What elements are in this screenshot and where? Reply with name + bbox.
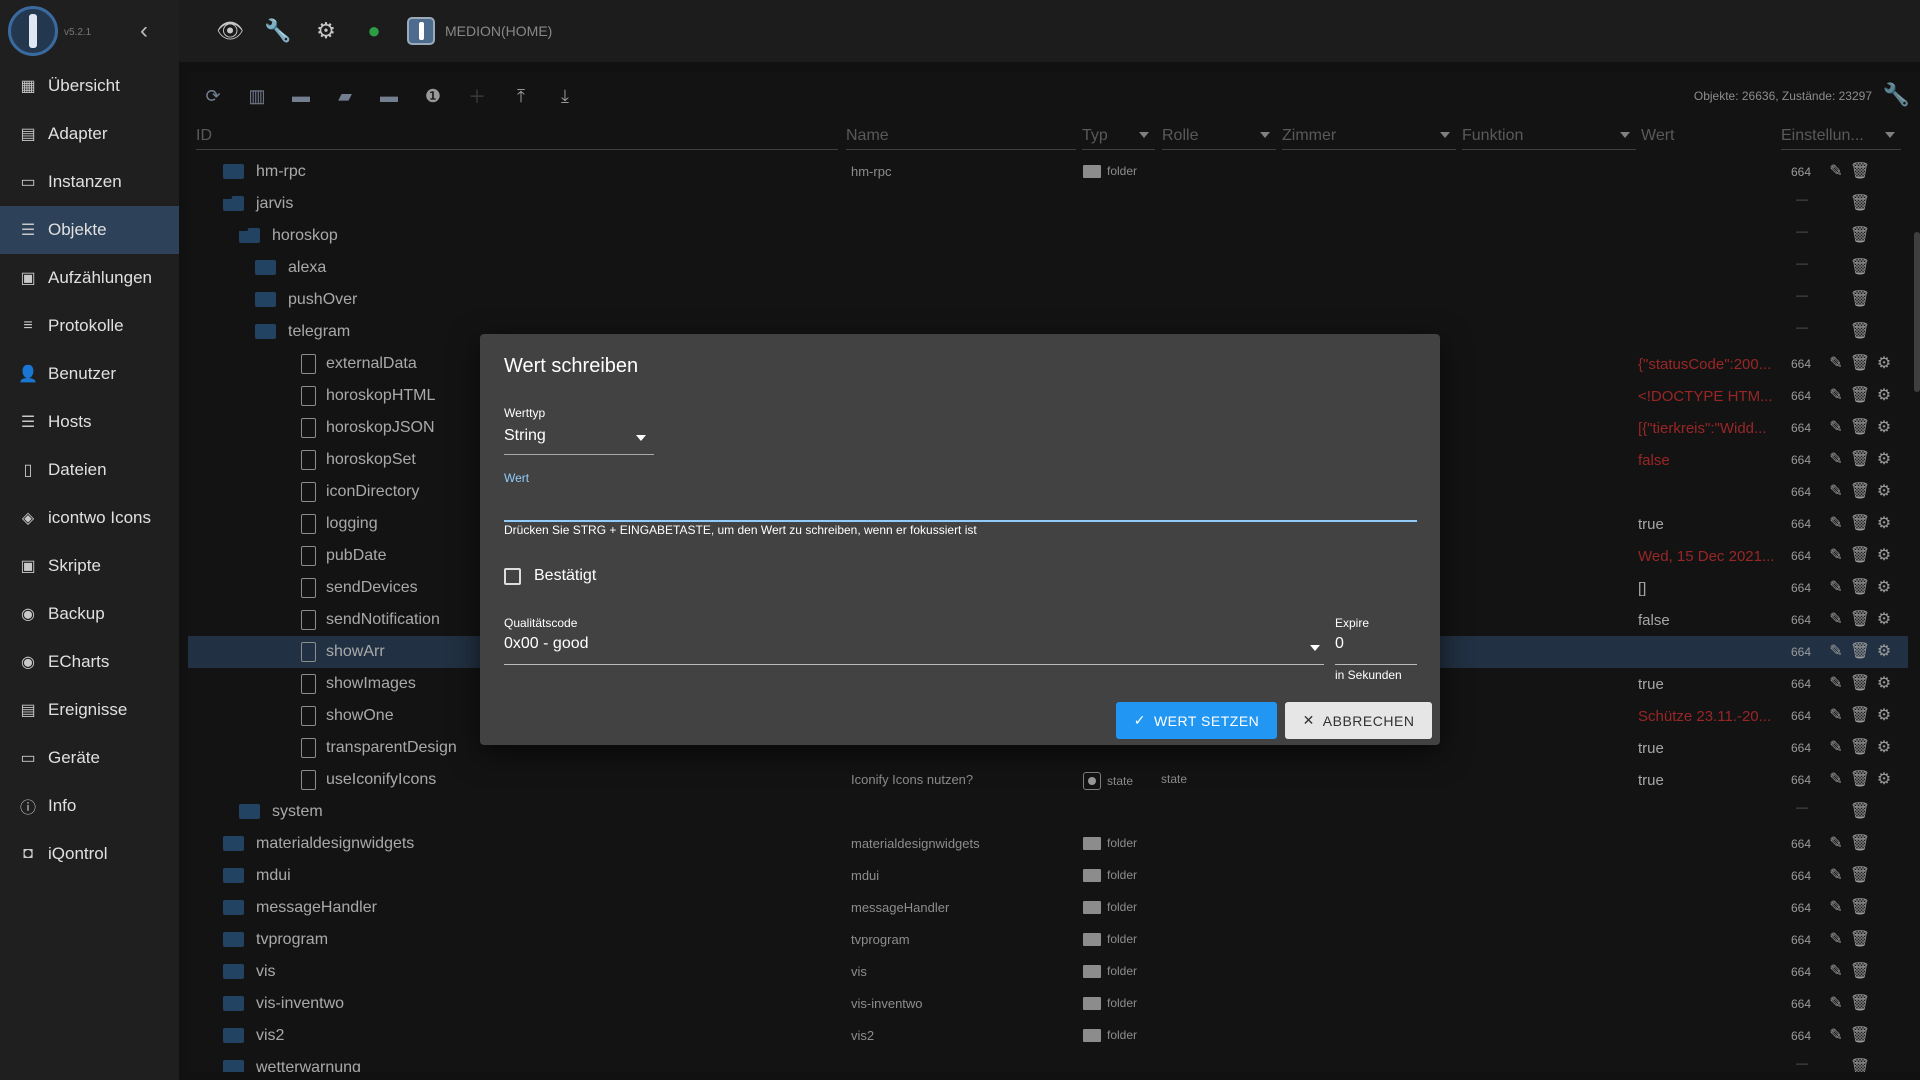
werttyp-label: Werttyp bbox=[504, 406, 546, 420]
sidebar-item-label: iQontrol bbox=[48, 844, 108, 863]
chevron-down-icon bbox=[636, 435, 646, 441]
host-logo-icon bbox=[407, 17, 435, 45]
sidebar-item-label: Backup bbox=[48, 604, 105, 623]
wrench-icon[interactable]: 🔧 bbox=[263, 16, 293, 46]
echarts-icon: ◉ bbox=[21, 654, 35, 671]
sidebar: v5.2.1 ‹ ▦ Übersicht ▤ Adapter ▭ Instanzen ☰ Ob… bbox=[0, 0, 179, 1080]
devices-icon: ▭ bbox=[20, 750, 36, 767]
check-icon: ✓ bbox=[1133, 712, 1146, 728]
sidebar-item-label: Hosts bbox=[48, 412, 92, 431]
sidebar-item-label: Instanzen bbox=[48, 172, 122, 191]
sidebar-item-label: Adapter bbox=[48, 124, 108, 143]
close-icon: ✕ bbox=[1302, 712, 1315, 728]
wert-label: Wert bbox=[504, 471, 530, 485]
top-toolbar: 👁 🔧 ⚙ ● MEDION(HOME) bbox=[179, 0, 1920, 62]
sidebar-item-label: Benutzer bbox=[48, 364, 117, 383]
sidebar-item-label: Ereignisse bbox=[48, 700, 128, 719]
expire-unit: in Sekunden bbox=[1335, 668, 1402, 682]
write-value-dialog: Wert schreiben Werttyp String Wert Drück… bbox=[480, 334, 1440, 745]
instances-icon: ▭ bbox=[20, 174, 36, 191]
grid-icon: ▦ bbox=[20, 78, 36, 95]
sidebar-item-label: Protokolle bbox=[48, 316, 124, 335]
ack-label[interactable]: Bestätigt bbox=[534, 567, 596, 585]
werttyp-value: String bbox=[504, 427, 546, 444]
store-icon: ▤ bbox=[20, 126, 36, 143]
collapse-sidebar-icon[interactable]: ‹ bbox=[140, 17, 148, 45]
backup-icon: ◉ bbox=[21, 606, 35, 623]
sidebar-item-protokolle[interactable]: ≡ Protokolle bbox=[0, 302, 179, 350]
user-icon: 👤 bbox=[18, 366, 38, 383]
sidebar-item-echarts[interactable]: ◉ ECharts bbox=[0, 638, 179, 686]
sidebar-item-iqontrol[interactable]: ◘ iQontrol bbox=[0, 830, 179, 878]
sidebar-item-label: Info bbox=[48, 796, 77, 815]
events-icon: ▤ bbox=[20, 702, 36, 719]
sidebar-item-instanzen[interactable]: ▭ Instanzen bbox=[0, 158, 179, 206]
hosts-icon: ☰ bbox=[20, 414, 36, 431]
iobroker-logo[interactable] bbox=[8, 6, 58, 56]
info-icon: ⓘ bbox=[19, 800, 36, 817]
icontwo-icon: ◈ bbox=[21, 510, 35, 527]
sidebar-nav: ▦ Übersicht ▤ Adapter ▭ Instanzen ☰ Objekte ▣ Auf… bbox=[0, 62, 179, 878]
sidebar-item-label: Skripte bbox=[48, 556, 101, 575]
quality-select[interactable]: 0x00 - good bbox=[504, 635, 1324, 665]
sidebar-item-benutzer[interactable]: 👤 Benutzer bbox=[0, 350, 179, 398]
expire-label: Expire bbox=[1335, 616, 1370, 630]
sidebar-item-dateien[interactable]: ▯ Dateien bbox=[0, 446, 179, 494]
ack-checkbox[interactable] bbox=[504, 568, 521, 585]
sidebar-item-geräte[interactable]: ▭ Geräte bbox=[0, 734, 179, 782]
sidebar-item-aufzählungen[interactable]: ▣ Aufzählungen bbox=[0, 254, 179, 302]
version-label: v5.2.1 bbox=[64, 27, 92, 38]
sidebar-item-icontwo-icons[interactable]: ◈ icontwo Icons bbox=[0, 494, 179, 542]
quality-label: Qualitätscode bbox=[504, 616, 578, 630]
sidebar-item-label: Aufzählungen bbox=[48, 268, 152, 287]
cancel-label: ABBRECHEN bbox=[1322, 712, 1415, 729]
script-icon: ▣ bbox=[20, 558, 36, 575]
set-value-button[interactable]: ✓ WERT SETZEN bbox=[1116, 702, 1277, 739]
werttyp-select[interactable]: String bbox=[504, 427, 654, 455]
set-value-label: WERT SETZEN bbox=[1153, 712, 1260, 729]
sidebar-item-label: ECharts bbox=[48, 652, 110, 671]
sidebar-header: v5.2.1 ‹ bbox=[0, 0, 179, 62]
files-icon: ▯ bbox=[23, 462, 33, 479]
log-icon: ≡ bbox=[23, 317, 33, 334]
sidebar-item-ereignisse[interactable]: ▤ Ereignisse bbox=[0, 686, 179, 734]
sidebar-item-übersicht[interactable]: ▦ Übersicht bbox=[0, 62, 179, 110]
sidebar-item-objekte[interactable]: ☰ Objekte bbox=[0, 206, 179, 254]
wert-input[interactable] bbox=[504, 490, 1417, 522]
host-name: MEDION(HOME) bbox=[445, 23, 553, 39]
chevron-down-icon bbox=[1310, 645, 1320, 651]
expert-mode-icon[interactable]: ● bbox=[359, 16, 389, 46]
sidebar-item-label: icontwo Icons bbox=[48, 508, 151, 527]
list-icon: ☰ bbox=[20, 222, 36, 239]
sidebar-item-label: Dateien bbox=[48, 460, 107, 479]
sidebar-item-adapter[interactable]: ▤ Adapter bbox=[0, 110, 179, 158]
quality-value: 0x00 - good bbox=[504, 635, 589, 652]
dialog-title: Wert schreiben bbox=[504, 355, 639, 377]
iqontrol-icon: ◘ bbox=[23, 845, 33, 862]
enum-icon: ▣ bbox=[20, 270, 36, 287]
sidebar-item-backup[interactable]: ◉ Backup bbox=[0, 590, 179, 638]
expire-input[interactable]: 0 bbox=[1335, 635, 1417, 665]
sidebar-item-label: Übersicht bbox=[48, 76, 120, 95]
hint-text: Drücken Sie STRG + EINGABETASTE, um den … bbox=[504, 523, 977, 537]
sidebar-item-hosts[interactable]: ☰ Hosts bbox=[0, 398, 179, 446]
sidebar-item-label: Objekte bbox=[48, 220, 107, 239]
cancel-button[interactable]: ✕ ABBRECHEN bbox=[1285, 702, 1432, 739]
sidebar-item-skripte[interactable]: ▣ Skripte bbox=[0, 542, 179, 590]
sidebar-item-label: Geräte bbox=[48, 748, 100, 767]
eye-icon[interactable]: 👁 bbox=[215, 16, 245, 46]
sidebar-item-info[interactable]: ⓘ Info bbox=[0, 782, 179, 830]
gear-icon[interactable]: ⚙ bbox=[311, 16, 341, 46]
